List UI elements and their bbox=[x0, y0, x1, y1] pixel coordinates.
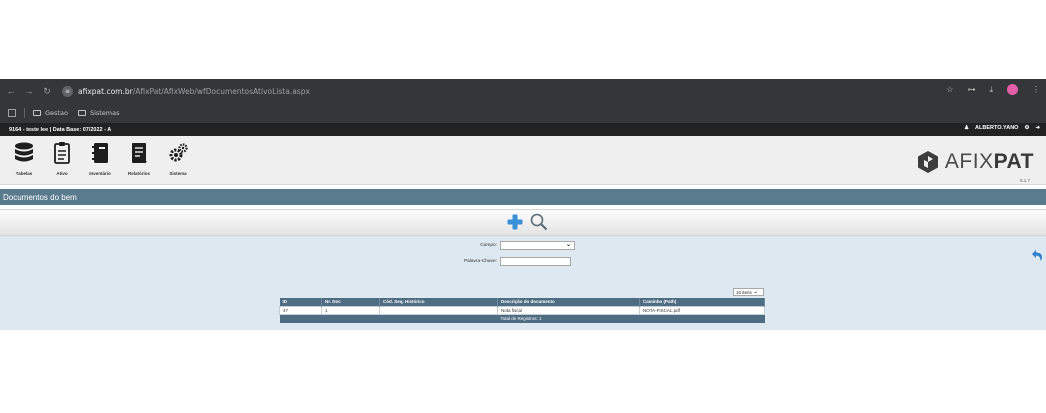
add-plus-icon[interactable] bbox=[507, 214, 523, 230]
bookmark-sistemas[interactable]: Sistemas bbox=[77, 109, 120, 117]
page-title: Documentos do bem bbox=[0, 189, 1046, 205]
browser-toolbar-right: ☆ ⊶ ⤓ ⋮ bbox=[946, 84, 1040, 95]
database-icon bbox=[15, 142, 33, 162]
logout-icon[interactable]: ➜ bbox=[1035, 125, 1040, 131]
palavra-row: Palavra-Chave: bbox=[417, 257, 571, 266]
campo-label: Campo: bbox=[480, 243, 497, 248]
more-menu-icon[interactable]: ⋮ bbox=[1032, 85, 1040, 94]
column-header-cod-seq[interactable]: Cód. Seq. Histórico bbox=[379, 298, 498, 306]
session-info: 9164 - teste lee | Data Base: 07/2022 - … bbox=[9, 126, 112, 133]
main-menu: Tabelas Ativo Inventário Relatórios Sist… bbox=[0, 136, 1046, 185]
column-header-nr-doc[interactable]: Nr. Doc bbox=[321, 298, 380, 306]
palavra-chave-input[interactable] bbox=[500, 257, 571, 266]
table-row[interactable]: 47 1 Nota fiscal NOTA-FISCAL.pdf bbox=[279, 305, 765, 315]
bookmark-gestao[interactable]: Gestao bbox=[33, 109, 68, 117]
address-bar: ← → ↻ ≡ afixpat.com.br/AfixPat/AfixWeb/w… bbox=[0, 79, 1046, 103]
user-name[interactable]: ALBERTO.YANO bbox=[975, 125, 1018, 131]
browser-chrome: ← → ↻ ≡ afixpat.com.br/AfixPat/AfixWeb/w… bbox=[0, 79, 1046, 123]
total-records: Total de Registros: 1 bbox=[497, 314, 765, 323]
column-header-caminho[interactable]: Caminho (Path) bbox=[639, 298, 765, 306]
chevron-down-icon: ⌄ bbox=[753, 289, 758, 294]
cell-id: 47 bbox=[279, 305, 322, 315]
palavra-chave-label: Palavra-Chave: bbox=[463, 259, 497, 264]
folder-icon bbox=[77, 110, 86, 116]
cell-descricao: Nota fiscal bbox=[497, 305, 640, 315]
campo-row: Campo: ⌄ bbox=[417, 241, 575, 250]
campo-select[interactable]: ⌄ bbox=[500, 241, 575, 250]
bookmark-star-icon[interactable]: ☆ bbox=[946, 85, 953, 94]
back-arrow-icon[interactable]: ← bbox=[4, 86, 18, 96]
logo-text-bold: PAT bbox=[993, 150, 1034, 173]
cell-cod-seq bbox=[379, 305, 498, 315]
content-area: Campo: ⌄ Palavra-Chave: 10 itens ⌄ ID Nr… bbox=[0, 236, 1046, 330]
cell-nr-doc: 1 bbox=[321, 305, 380, 315]
menu-label: Ativo bbox=[56, 171, 68, 176]
site-settings-icon[interactable]: ≡ bbox=[62, 85, 73, 97]
menu-item-ativo[interactable]: Ativo bbox=[44, 141, 80, 176]
bookmarks-divider bbox=[24, 108, 25, 118]
url-path: /AfixPat/AfixWeb/wfDocumentosAtivoLista.… bbox=[132, 86, 310, 96]
bookmark-label: Gestao bbox=[45, 109, 68, 117]
logo-text: AFIXPAT bbox=[945, 150, 1034, 174]
settings-gear-icon[interactable]: ⚙ bbox=[1024, 125, 1029, 131]
footer-spacer bbox=[279, 314, 498, 323]
documents-table: ID Nr. Doc Cód. Seq. Histórico Descrição… bbox=[279, 298, 765, 323]
page-size-value: 10 itens bbox=[736, 289, 752, 295]
menu-label: Inventário bbox=[89, 171, 111, 176]
version-label: 5.1.7 bbox=[1019, 178, 1030, 183]
url-field[interactable]: ≡ afixpat.com.br/AfixPat/AfixWeb/wfDocum… bbox=[62, 83, 972, 100]
gears-icon bbox=[169, 143, 188, 162]
menu-label: Tabelas bbox=[15, 171, 33, 176]
cell-caminho[interactable]: NOTA-FISCAL.pdf bbox=[639, 305, 765, 315]
report-icon bbox=[132, 143, 147, 163]
bookmarks-bar: Gestao Sistemas bbox=[0, 103, 1046, 123]
user-area: ♟ ALBERTO.YANO ⚙ ➜ bbox=[964, 125, 1040, 131]
menu-label: Sistema bbox=[169, 171, 187, 176]
table-footer-row: Total de Registros: 1 bbox=[279, 314, 765, 323]
menu-item-sistema[interactable]: Sistema bbox=[160, 141, 196, 176]
action-bar bbox=[0, 209, 1046, 236]
url-host: afixpat.com.br bbox=[78, 86, 133, 96]
page-size-select[interactable]: 10 itens ⌄ bbox=[733, 288, 764, 296]
afixpat-logo: AFIXPAT bbox=[917, 150, 1034, 174]
reload-icon[interactable]: ↻ bbox=[40, 86, 54, 97]
search-icon[interactable] bbox=[530, 213, 548, 231]
menu-item-relatorios[interactable]: Relatórios bbox=[121, 141, 157, 176]
column-header-descricao[interactable]: Descrição do documento bbox=[497, 298, 640, 306]
apps-grid-icon[interactable] bbox=[8, 109, 16, 117]
folder-icon bbox=[33, 110, 41, 116]
menu-item-tabelas[interactable]: Tabelas bbox=[6, 141, 42, 176]
chevron-down-icon: ⌄ bbox=[565, 242, 571, 248]
profile-avatar[interactable] bbox=[1007, 84, 1018, 95]
download-icon[interactable]: ⤓ bbox=[989, 85, 993, 95]
user-icon: ♟ bbox=[964, 125, 970, 131]
table-header-row: ID Nr. Doc Cód. Seq. Histórico Descrição… bbox=[279, 298, 765, 306]
logo-text-light: AFIX bbox=[944, 150, 994, 173]
menu-item-inventario[interactable]: Inventário bbox=[82, 141, 118, 176]
menu-label: Relatórios bbox=[127, 171, 150, 176]
notebook-icon bbox=[92, 143, 108, 163]
clipboard-icon bbox=[54, 142, 70, 164]
password-key-icon[interactable]: ⊶ bbox=[967, 85, 975, 94]
forward-arrow-icon[interactable]: → bbox=[22, 86, 36, 96]
afixpat-logo-icon bbox=[917, 151, 938, 173]
app-topbar: 9164 - teste lee | Data Base: 07/2022 - … bbox=[0, 123, 1046, 136]
column-header-id[interactable]: ID bbox=[279, 298, 322, 306]
bookmark-label: Sistemas bbox=[89, 109, 120, 117]
undo-back-icon[interactable] bbox=[1030, 249, 1043, 261]
